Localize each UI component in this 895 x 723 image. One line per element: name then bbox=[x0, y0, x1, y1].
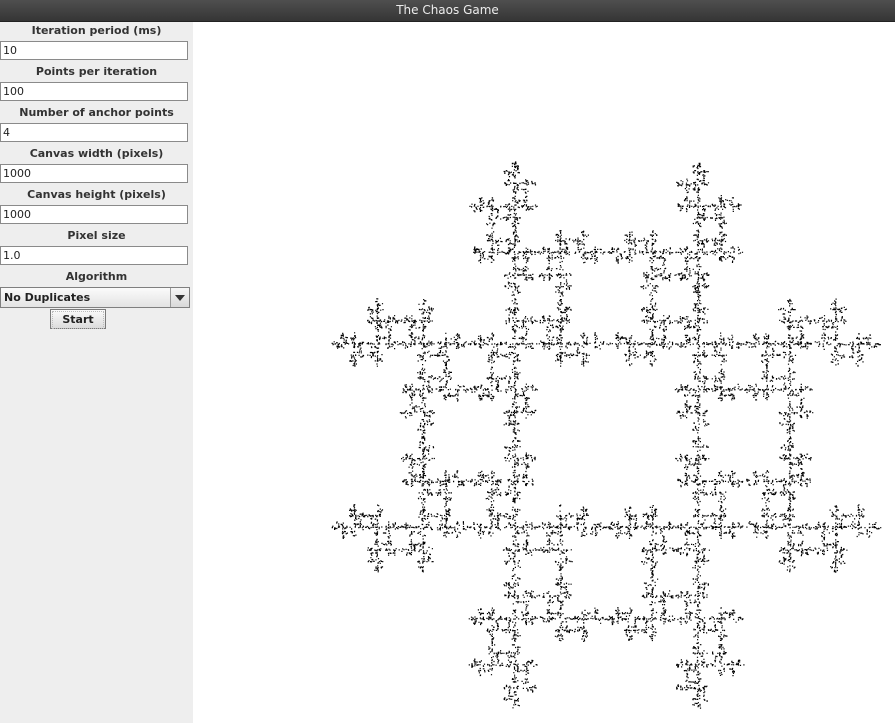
title-bar[interactable]: The Chaos Game bbox=[0, 0, 895, 22]
start-button[interactable]: Start bbox=[50, 309, 106, 329]
algorithm-selected-value: No Duplicates bbox=[4, 291, 91, 304]
canvas-height-label: Canvas height (pixels) bbox=[27, 188, 166, 201]
fractal-points bbox=[331, 161, 882, 709]
canvas-width-input[interactable] bbox=[0, 164, 188, 183]
pixel-size-input[interactable] bbox=[0, 246, 188, 265]
fractal-point-cloud bbox=[331, 161, 882, 709]
pixel-size-label: Pixel size bbox=[67, 229, 126, 242]
iteration-period-label: Iteration period (ms) bbox=[31, 24, 162, 37]
start-button-label: Start bbox=[52, 311, 104, 329]
anchor-points-input[interactable] bbox=[0, 123, 188, 142]
anchor-points-label: Number of anchor points bbox=[19, 106, 174, 119]
chaos-game-fractal bbox=[331, 161, 882, 709]
chevron-down-icon bbox=[175, 295, 185, 301]
algorithm-dropdown[interactable]: No Duplicates bbox=[0, 287, 190, 308]
algorithm-label: Algorithm bbox=[65, 270, 128, 283]
control-panel: Iteration period (ms) Points per iterati… bbox=[0, 22, 193, 723]
drawing-canvas[interactable] bbox=[193, 22, 895, 723]
dropdown-arrow-button[interactable] bbox=[170, 288, 189, 307]
app-window: The Chaos Game Iteration period (ms) Poi… bbox=[0, 0, 895, 723]
points-per-iteration-label: Points per iteration bbox=[35, 65, 158, 78]
iteration-period-input[interactable] bbox=[0, 41, 188, 60]
points-per-iteration-input[interactable] bbox=[0, 82, 188, 101]
window-title: The Chaos Game bbox=[396, 3, 499, 17]
canvas-height-input[interactable] bbox=[0, 205, 188, 224]
canvas-width-label: Canvas width (pixels) bbox=[29, 147, 164, 160]
